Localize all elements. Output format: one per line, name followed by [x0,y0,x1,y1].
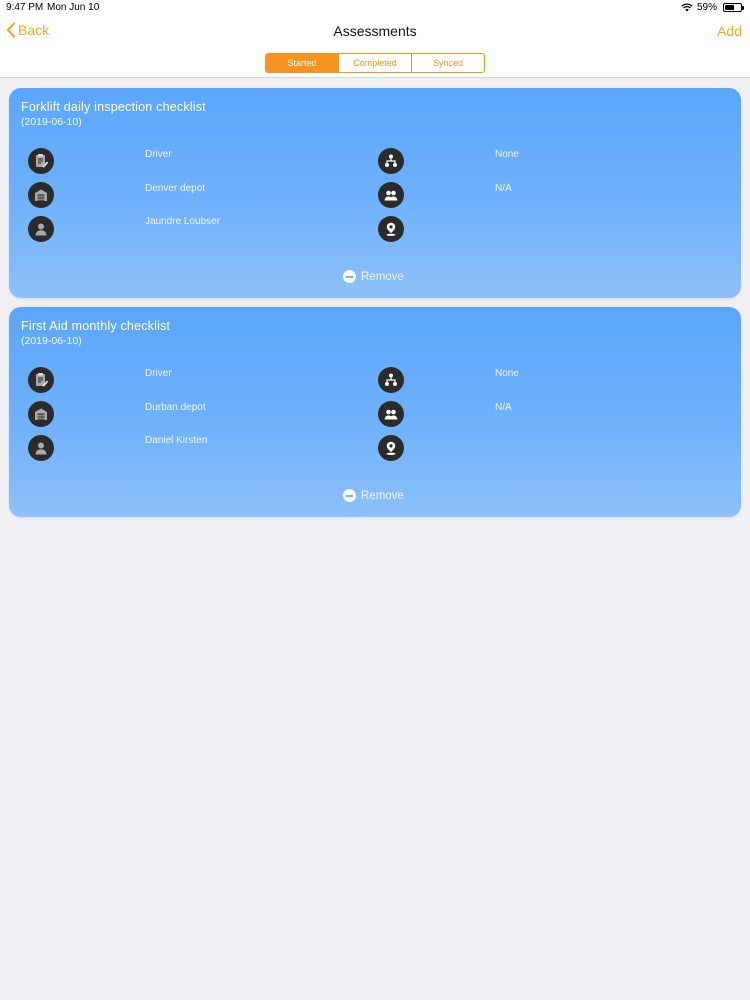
org-hierarchy-icon [378,148,404,174]
remove-label: Remove [361,489,404,502]
depot-value: Durban depot [145,402,206,413]
battery-icon [723,3,744,12]
depot-value: Denver depot [145,183,206,194]
assessment-card[interactable]: Forklift daily inspection checklist (201… [9,88,741,298]
clipboard-edit-icon [28,148,54,174]
navigation-bar: Back Assessments Add Started Completed S… [0,16,750,78]
warehouse-icon [28,182,54,208]
wifi-icon [681,3,693,12]
person-icon [28,216,54,242]
page-title: Assessments [333,23,417,39]
remove-button[interactable]: Remove [343,489,404,502]
person-value: Daniel Kirsten [145,435,208,446]
segment-synced[interactable]: Synced [411,54,484,72]
status-time: 9:47 PM [6,2,44,13]
supervisor-value: None [495,368,519,379]
group-value: N/A [495,402,512,413]
segment-completed[interactable]: Completed [338,54,411,72]
group-icon [378,401,404,427]
remove-icon [343,270,356,283]
battery-percent: 59% [696,2,717,13]
role-value: Driver [145,149,172,160]
assessment-date: (2019-06-10) [21,116,82,128]
remove-icon [343,489,356,502]
org-hierarchy-icon [378,367,404,393]
person-value: Jaundre Loubser [145,216,221,227]
assessment-card[interactable]: First Aid monthly checklist (2019-06-10)… [9,307,741,517]
location-pin-icon [378,435,404,461]
group-icon [378,182,404,208]
status-date: Mon Jun 10 [47,2,100,13]
remove-button[interactable]: Remove [343,270,404,283]
status-right: 59% [681,2,744,13]
location-pin-icon [378,216,404,242]
assessment-date: (2019-06-10) [21,335,82,347]
person-icon [28,435,54,461]
warehouse-icon [28,401,54,427]
role-value: Driver [145,368,172,379]
assessment-title: Forklift daily inspection checklist [21,100,206,114]
group-value: N/A [495,183,512,194]
status-segmented-control: Started Completed Synced [265,53,485,73]
status-bar: 9:47 PM Mon Jun 10 59% [0,0,750,16]
remove-label: Remove [361,270,404,283]
clipboard-edit-icon [28,367,54,393]
segment-started[interactable]: Started [266,54,338,72]
assessment-title: First Aid monthly checklist [21,319,171,333]
add-button[interactable]: Add [717,23,742,39]
supervisor-value: None [495,149,519,160]
